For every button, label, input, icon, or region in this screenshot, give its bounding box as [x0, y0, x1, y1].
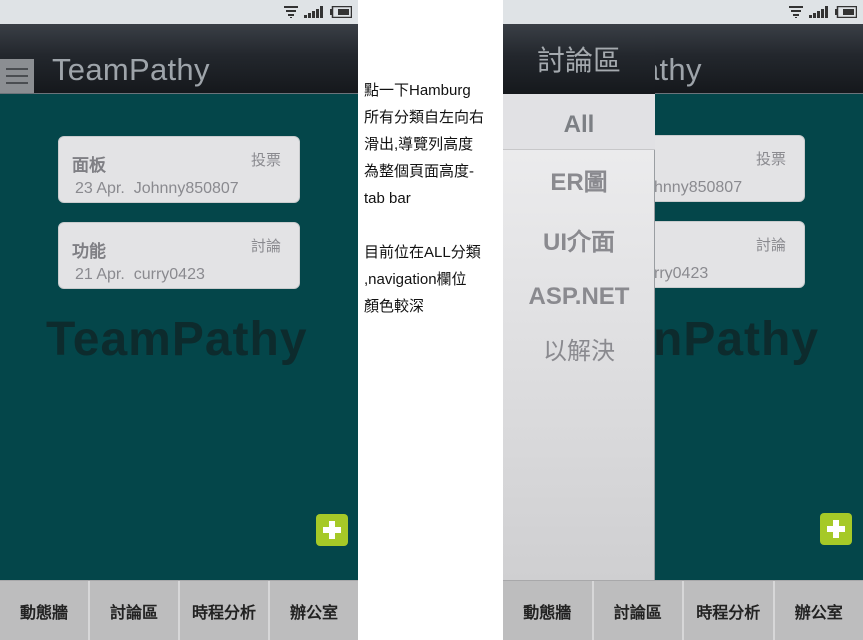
drawer-item-aspnet[interactable]: ASP.NET [503, 276, 655, 318]
background-watermark: nPathy [653, 313, 820, 366]
tab-bar: 動態牆 討論區 時程分析 辦公室 [0, 580, 358, 640]
status-icons [789, 4, 857, 20]
card-date: 21 Apr. [75, 266, 125, 283]
battery-icon [330, 6, 352, 18]
drawer-item-ui[interactable]: UI介面 [503, 222, 655, 264]
note-line: 為整個頁面高度- [364, 163, 474, 180]
tab-discussion[interactable]: 討論區 [90, 581, 180, 640]
card-tag: 討論 [250, 238, 281, 255]
card-date: 23 Apr. [75, 180, 125, 197]
card-meta: hnny850807 [654, 179, 743, 196]
add-icon[interactable] [820, 513, 852, 545]
card-meta: 21 Apr. curry0423 [75, 266, 205, 284]
drawer-header: 討論區 [503, 24, 655, 94]
note-line: 滑出,導覽列高度 [364, 136, 474, 153]
tab-office[interactable]: 辦公室 [775, 581, 863, 640]
battery-icon [835, 6, 857, 18]
tab-feed[interactable]: 動態牆 [503, 581, 594, 640]
drawer-item-all[interactable]: All [503, 94, 655, 150]
card-tag: 投票 [250, 152, 281, 169]
tab-feed[interactable]: 動態牆 [0, 581, 90, 640]
note-line: 目前位在ALL分類 [364, 244, 481, 261]
signal-icon [304, 6, 324, 18]
hamburger-menu-icon[interactable] [0, 59, 34, 93]
background-watermark: TeamPathy [46, 313, 308, 366]
card-tag: 討論 [755, 237, 786, 254]
note-line: 顏色較深 [364, 298, 425, 315]
drawer-open-screen: Pathy nPathy 投票 hnny850807 討論 rry0423 討論… [503, 0, 863, 640]
add-icon[interactable] [316, 514, 348, 546]
post-card[interactable]: 面板 投票 23 Apr. Johnny850807 [58, 136, 300, 203]
status-bar [503, 0, 863, 24]
note-line: 所有分類自左向右 [364, 109, 485, 126]
card-title: 功能 [72, 242, 106, 261]
card-meta: rry0423 [654, 265, 709, 282]
app-bar: TeamPathy [0, 24, 358, 94]
wifi-icon [284, 6, 298, 18]
tab-schedule-analysis[interactable]: 時程分析 [684, 581, 775, 640]
app-title: TeamPathy [52, 52, 210, 87]
navigation-drawer: 討論區 All ER圖 UI介面 ASP.NET 以解決 [503, 24, 655, 580]
note-spacer [364, 212, 500, 239]
note-line: tab bar [364, 190, 411, 207]
wifi-icon [789, 6, 803, 18]
main-screen: TeamPathy TeamPathy 面板 投票 23 Apr. Johnny… [0, 0, 358, 640]
card-meta: 23 Apr. Johnny850807 [75, 180, 239, 198]
tab-schedule-analysis[interactable]: 時程分析 [180, 581, 270, 640]
card-tag: 投票 [755, 151, 786, 168]
status-icons [284, 4, 352, 20]
post-card[interactable]: 功能 討論 21 Apr. curry0423 [58, 222, 300, 289]
card-author: Johnny850807 [133, 180, 239, 197]
drawer-item-resolved[interactable]: 以解決 [503, 331, 655, 373]
card-title: 面板 [72, 156, 106, 175]
status-bar [0, 0, 358, 24]
annotation-note: 點一下Hamburg 所有分類自左向右 滑出,導覽列高度 為整個頁面高度- ta… [364, 77, 500, 320]
drawer-item-er-diagram[interactable]: ER圖 [503, 162, 655, 204]
tab-office[interactable]: 辦公室 [270, 581, 358, 640]
tab-discussion[interactable]: 討論區 [594, 581, 684, 640]
card-author: curry0423 [133, 266, 205, 283]
signal-icon [809, 6, 829, 18]
note-line: ,navigation欄位 [364, 271, 467, 288]
note-line: 點一下Hamburg [364, 82, 471, 99]
tab-bar: 動態牆 討論區 時程分析 辦公室 [503, 580, 863, 640]
